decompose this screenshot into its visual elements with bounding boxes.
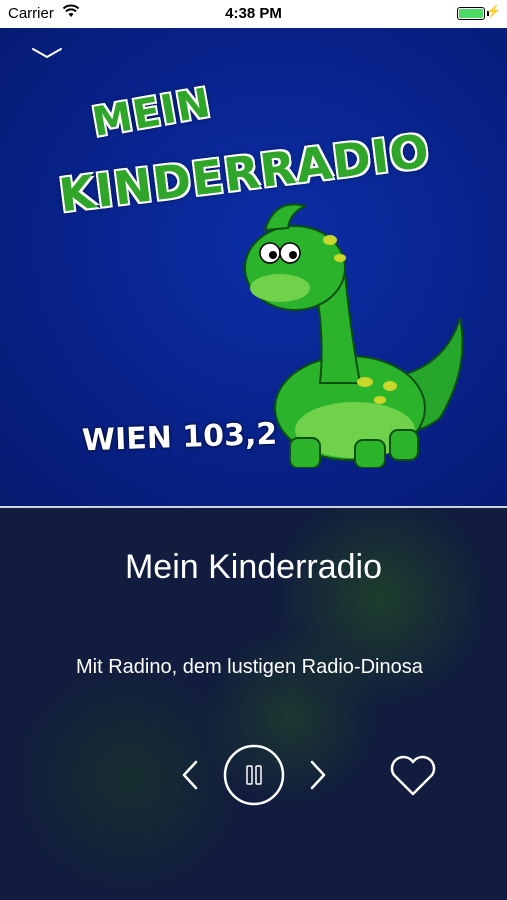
status-time: 4:38 PM [225,5,282,22]
charging-bolt-icon: ⚡ [486,4,501,18]
play-pause-button[interactable] [223,744,285,806]
collapse-chevron-icon[interactable] [30,44,64,64]
pause-icon [246,765,262,785]
battery-icon [457,7,485,20]
station-description: Mit Radino, dem lustigen Radio-Dinosa [76,656,423,678]
logo-text-mein: MEIN [88,79,215,147]
favorite-button[interactable] [388,754,438,798]
player-panel: Mein Kinderradio Mit Radino, dem lustige… [0,508,507,900]
frequency-label: WIEN 103,2 [81,416,278,459]
station-artwork: MEIN KINDERRADIO WIEN 103,2 [0,28,507,506]
previous-button[interactable] [176,758,204,792]
next-button[interactable] [304,758,332,792]
status-bar: Carrier 4:38 PM ⚡ [0,0,507,28]
chevron-left-icon [182,760,198,790]
station-name: Mein Kinderradio [124,548,383,586]
chevron-right-icon [310,760,326,790]
heart-icon [390,755,436,796]
